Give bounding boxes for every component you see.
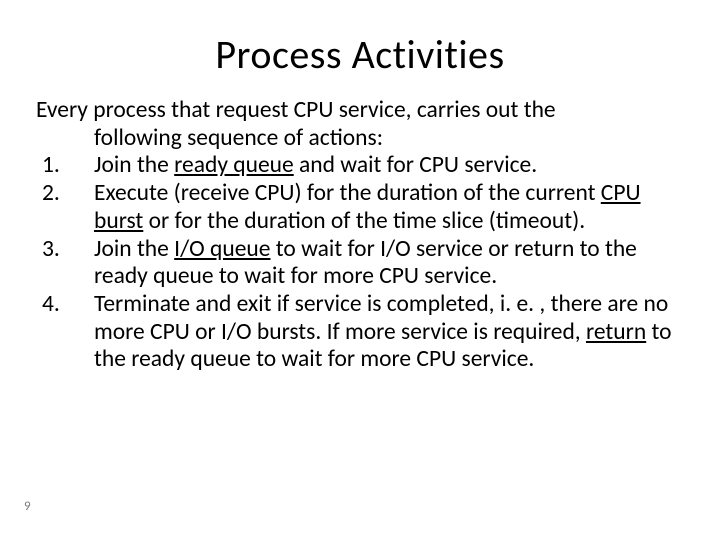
intro-line-1: Every process that request CPU service, … (36, 96, 556, 124)
item-text-pre: Join the (94, 235, 174, 263)
item-text-pre: Join the (94, 151, 174, 179)
item-number: 2. (42, 180, 84, 208)
item-underline: ready queue (174, 151, 294, 179)
item-text-pre: Execute (receive CPU) for the duration o… (94, 179, 601, 207)
item-number: 3. (42, 236, 84, 264)
slide-body: Every process that request CPU service, … (36, 97, 684, 374)
intro-text: Every process that request CPU service, … (36, 97, 684, 152)
item-text-post: and wait for CPU service. (294, 151, 537, 179)
slide: Process Activities Every process that re… (0, 0, 720, 540)
item-text-post: or for the duration of the time slice (t… (143, 207, 585, 235)
numbered-list: 1. Join the ready queue and wait for CPU… (36, 152, 684, 374)
list-item: 1. Join the ready queue and wait for CPU… (36, 152, 684, 180)
item-underline: I/O queue (174, 235, 270, 263)
item-number: 4. (42, 291, 84, 319)
list-item: 4. Terminate and exit if service is comp… (36, 291, 684, 374)
slide-title: Process Activities (36, 30, 684, 79)
item-text-pre: Terminate and exit if service is complet… (94, 290, 668, 346)
intro-line-2: following sequence of actions: (36, 125, 684, 153)
item-underline: return (586, 318, 646, 346)
list-item: 2. Execute (receive CPU) for the duratio… (36, 180, 684, 235)
page-number: 9 (24, 499, 31, 514)
list-item: 3. Join the I/O queue to wait for I/O se… (36, 236, 684, 291)
item-number: 1. (42, 152, 84, 180)
